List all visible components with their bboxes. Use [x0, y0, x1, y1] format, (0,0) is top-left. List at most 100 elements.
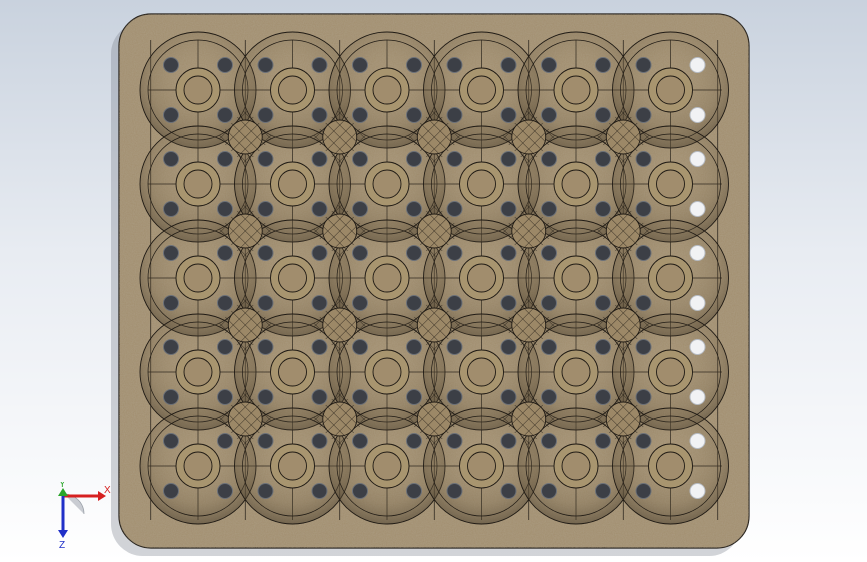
ejector-hole[interactable]	[689, 57, 706, 73]
ejector-hole[interactable]	[257, 389, 274, 405]
ejector-hole[interactable]	[311, 389, 328, 405]
ejector-hole[interactable]	[635, 433, 652, 449]
graphics-viewport[interactable]: X Y Z	[0, 0, 867, 562]
ejector-hole[interactable]	[500, 483, 517, 499]
ejector-hole[interactable]	[500, 107, 517, 123]
ejector-hole[interactable]	[500, 201, 517, 217]
mold-plate-model[interactable]	[0, 0, 867, 562]
ejector-hole[interactable]	[217, 339, 233, 355]
ejector-hole[interactable]	[406, 433, 422, 449]
ejector-hole[interactable]	[352, 107, 368, 123]
ejector-hole[interactable]	[163, 483, 179, 499]
ejector-hole[interactable]	[163, 245, 179, 261]
ejector-hole[interactable]	[595, 245, 611, 261]
ejector-hole[interactable]	[500, 339, 517, 355]
ejector-hole[interactable]	[595, 107, 611, 123]
ejector-hole[interactable]	[689, 433, 706, 449]
ejector-hole[interactable]	[217, 295, 233, 311]
ejector-hole[interactable]	[406, 57, 422, 73]
ejector-hole[interactable]	[406, 295, 422, 311]
ejector-hole[interactable]	[689, 245, 706, 261]
ejector-hole[interactable]	[217, 245, 233, 261]
ejector-hole[interactable]	[595, 151, 611, 167]
ejector-hole[interactable]	[541, 483, 557, 499]
ejector-hole[interactable]	[689, 389, 706, 405]
ejector-hole[interactable]	[352, 483, 368, 499]
ejector-hole[interactable]	[217, 107, 233, 123]
ejector-hole[interactable]	[257, 201, 274, 217]
ejector-hole[interactable]	[446, 483, 463, 499]
ejector-hole[interactable]	[406, 245, 422, 261]
ejector-hole[interactable]	[541, 151, 557, 167]
ejector-hole[interactable]	[352, 389, 368, 405]
ejector-hole[interactable]	[541, 433, 557, 449]
ejector-hole[interactable]	[257, 483, 274, 499]
ejector-hole[interactable]	[689, 483, 706, 499]
ejector-hole[interactable]	[595, 295, 611, 311]
ejector-hole[interactable]	[635, 57, 652, 73]
ejector-hole[interactable]	[311, 151, 328, 167]
ejector-hole[interactable]	[257, 57, 274, 73]
ejector-hole[interactable]	[163, 339, 179, 355]
ejector-hole[interactable]	[635, 245, 652, 261]
ejector-hole[interactable]	[500, 151, 517, 167]
ejector-hole[interactable]	[635, 339, 652, 355]
ejector-hole[interactable]	[541, 295, 557, 311]
ejector-hole[interactable]	[257, 245, 274, 261]
ejector-hole[interactable]	[406, 201, 422, 217]
ejector-hole[interactable]	[217, 201, 233, 217]
ejector-hole[interactable]	[635, 389, 652, 405]
ejector-hole[interactable]	[311, 483, 328, 499]
ejector-hole[interactable]	[541, 201, 557, 217]
ejector-hole[interactable]	[446, 57, 463, 73]
ejector-hole[interactable]	[541, 389, 557, 405]
ejector-hole[interactable]	[311, 245, 328, 261]
ejector-hole[interactable]	[352, 433, 368, 449]
ejector-hole[interactable]	[541, 339, 557, 355]
ejector-hole[interactable]	[446, 389, 463, 405]
ejector-hole[interactable]	[163, 433, 179, 449]
ejector-hole[interactable]	[446, 151, 463, 167]
ejector-hole[interactable]	[595, 433, 611, 449]
ejector-hole[interactable]	[446, 201, 463, 217]
ejector-hole[interactable]	[541, 57, 557, 73]
ejector-hole[interactable]	[500, 433, 517, 449]
ejector-hole[interactable]	[635, 107, 652, 123]
ejector-hole[interactable]	[311, 433, 328, 449]
ejector-hole[interactable]	[446, 433, 463, 449]
ejector-hole[interactable]	[163, 107, 179, 123]
ejector-hole[interactable]	[446, 339, 463, 355]
ejector-hole[interactable]	[635, 151, 652, 167]
ejector-hole[interactable]	[352, 151, 368, 167]
ejector-hole[interactable]	[217, 151, 233, 167]
ejector-hole[interactable]	[257, 339, 274, 355]
ejector-hole[interactable]	[257, 295, 274, 311]
ejector-hole[interactable]	[311, 295, 328, 311]
ejector-hole[interactable]	[163, 389, 179, 405]
ejector-hole[interactable]	[635, 295, 652, 311]
ejector-hole[interactable]	[541, 107, 557, 123]
ejector-hole[interactable]	[595, 201, 611, 217]
ejector-hole[interactable]	[217, 57, 233, 73]
ejector-hole[interactable]	[689, 107, 706, 123]
ejector-hole[interactable]	[446, 295, 463, 311]
ejector-hole[interactable]	[311, 339, 328, 355]
ejector-hole[interactable]	[500, 295, 517, 311]
ejector-hole[interactable]	[163, 295, 179, 311]
ejector-hole[interactable]	[635, 201, 652, 217]
ejector-hole[interactable]	[406, 151, 422, 167]
ejector-hole[interactable]	[689, 151, 706, 167]
ejector-hole[interactable]	[352, 57, 368, 73]
ejector-hole[interactable]	[163, 201, 179, 217]
ejector-hole[interactable]	[541, 245, 557, 261]
ejector-hole[interactable]	[635, 483, 652, 499]
ejector-hole[interactable]	[217, 433, 233, 449]
ejector-hole[interactable]	[257, 107, 274, 123]
ejector-hole[interactable]	[352, 339, 368, 355]
ejector-hole[interactable]	[500, 389, 517, 405]
ejector-hole[interactable]	[163, 57, 179, 73]
ejector-hole[interactable]	[406, 389, 422, 405]
ejector-hole[interactable]	[352, 295, 368, 311]
ejector-hole[interactable]	[406, 483, 422, 499]
ejector-hole[interactable]	[311, 107, 328, 123]
